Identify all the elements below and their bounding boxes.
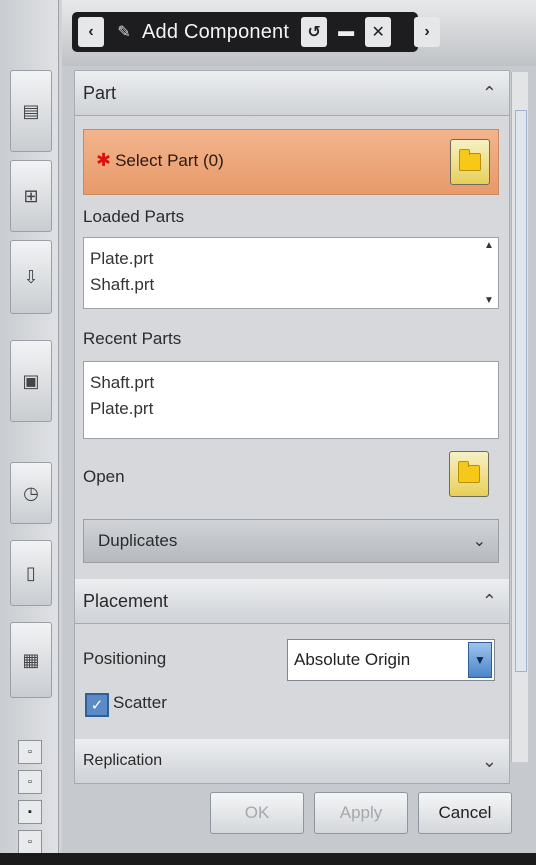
small-tool-icon-4[interactable]: ▫ xyxy=(18,830,42,854)
constraint-navigator-icon[interactable]: ⊞ xyxy=(10,160,52,232)
list-item[interactable]: Shaft.prt xyxy=(84,370,498,396)
loaded-parts-scrollbar[interactable]: ▲ ▼ xyxy=(482,240,496,306)
chevron-down-icon[interactable]: ⌄ xyxy=(482,751,497,772)
replication-title: Replication xyxy=(83,752,163,769)
resource-bar: ▤ ⊞ ⇩ ▣ ◷ ▯ ▦ ▫ ▫ ▪ ▫ xyxy=(0,0,59,865)
scroll-thumb[interactable] xyxy=(515,110,527,672)
chevron-right-icon[interactable]: › xyxy=(414,17,440,47)
add-component-dialog: ‹ ✎ Add Component ↺ ▬ ✕ › Part ⌃ ✱ Select… xyxy=(62,0,536,865)
palette-icon[interactable]: ▦ xyxy=(10,622,52,698)
part-navigator-icon[interactable]: ⇩ xyxy=(10,240,52,314)
scroll-up-icon[interactable]: ▲ xyxy=(484,240,494,251)
small-tool-icon-3[interactable]: ▪ xyxy=(18,800,42,824)
titlebar-right: › xyxy=(408,12,440,52)
duplicates-label: Duplicates xyxy=(98,531,178,550)
open-label: Open xyxy=(83,467,125,486)
replication-section-header[interactable]: Replication ⌄ xyxy=(75,739,509,784)
list-item[interactable]: Shaft.prt xyxy=(84,272,498,298)
list-item[interactable]: Plate.prt xyxy=(84,246,498,272)
history-icon[interactable]: ◷ xyxy=(10,462,52,524)
loaded-parts-list[interactable]: Plate.prt Shaft.prt ▲ ▼ xyxy=(83,237,499,309)
apply-button[interactable]: Apply xyxy=(314,792,408,834)
scroll-down-icon[interactable]: ▼ xyxy=(484,295,494,306)
title-pill: ‹ ✎ Add Component ↺ ▬ ✕ xyxy=(72,12,418,52)
ok-button[interactable]: OK xyxy=(210,792,304,834)
scatter-label: Scatter xyxy=(113,693,167,712)
placement-section-header[interactable]: Placement ⌃ xyxy=(75,579,509,624)
collapse-up-icon[interactable]: ⌃ xyxy=(482,591,497,612)
placement-section-title: Placement xyxy=(83,590,169,611)
positioning-value: Absolute Origin xyxy=(294,650,411,669)
open-button[interactable] xyxy=(449,451,489,497)
assembly-navigator-icon[interactable]: ▤ xyxy=(10,70,52,152)
small-tool-icon-1[interactable]: ▫ xyxy=(18,740,42,764)
system-materials-icon[interactable]: ▯ xyxy=(10,540,52,606)
positioning-select[interactable]: Absolute Origin ▼ xyxy=(287,639,495,681)
dialog-titlebar: ‹ ✎ Add Component ↺ ▬ ✕ › xyxy=(62,0,536,66)
dialog-scrollbar[interactable] xyxy=(511,72,528,762)
recent-parts-list[interactable]: Shaft.prt Plate.prt xyxy=(83,361,499,439)
list-item[interactable]: Plate.prt xyxy=(84,396,498,422)
close-icon[interactable]: ✕ xyxy=(365,17,392,47)
open-folder-icon xyxy=(458,461,480,483)
duplicates-dropdown[interactable]: Duplicates ⌄ xyxy=(83,519,499,563)
reuse-library-icon[interactable]: ▣ xyxy=(10,340,52,422)
chevron-left-icon[interactable]: ‹ xyxy=(78,17,104,47)
small-tool-icon-2[interactable]: ▫ xyxy=(18,770,42,794)
minimize-icon[interactable]: ▬ xyxy=(333,17,359,47)
part-section-header[interactable]: Part ⌃ xyxy=(75,71,509,116)
scatter-checkbox[interactable]: ✓ xyxy=(85,693,109,717)
dropdown-arrow-icon[interactable]: ▼ xyxy=(468,642,492,678)
folder-icon xyxy=(459,149,481,171)
select-part-button[interactable] xyxy=(450,139,490,185)
reset-icon[interactable]: ↺ xyxy=(301,17,328,47)
dialog-content: Part ⌃ ✱ Select Part (0) Loaded Parts Pla… xyxy=(74,70,510,784)
positioning-label: Positioning xyxy=(83,649,167,668)
dialog-title: Add Component xyxy=(142,20,290,43)
component-icon: ✎ xyxy=(117,24,131,41)
collapse-up-icon[interactable]: ⌃ xyxy=(482,83,497,104)
recent-parts-label: Recent Parts xyxy=(83,329,182,348)
select-part-label: Select Part (0) xyxy=(115,151,224,170)
chevron-down-icon[interactable]: ⌄ xyxy=(473,531,486,551)
cancel-button[interactable]: Cancel xyxy=(418,792,512,834)
part-section-title: Part xyxy=(83,82,117,103)
select-part-row[interactable]: ✱ Select Part (0) xyxy=(83,129,499,195)
required-icon: ✱ xyxy=(96,150,112,170)
select-part: ✱ Select Part (0) xyxy=(96,150,224,171)
loaded-parts-label: Loaded Parts xyxy=(83,207,185,226)
bottom-strip xyxy=(0,853,536,865)
